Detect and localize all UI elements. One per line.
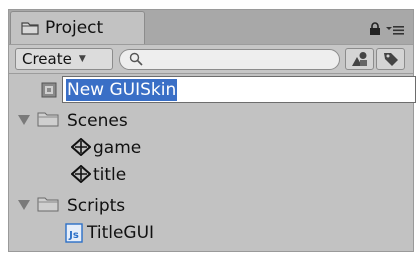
search-input[interactable] bbox=[119, 49, 340, 70]
folder-scenes-icon bbox=[37, 112, 59, 127]
folder-scripts-icon bbox=[37, 197, 59, 212]
tree-item-game[interactable]: game bbox=[93, 134, 420, 162]
tab-label: Project bbox=[45, 18, 104, 38]
tree-item-title[interactable]: title bbox=[93, 161, 420, 189]
rename-field[interactable]: New GUISkin bbox=[62, 76, 416, 103]
create-button[interactable]: Create ▼ bbox=[15, 48, 113, 70]
panel-menu-icon[interactable] bbox=[386, 25, 404, 35]
filter-by-type-button[interactable] bbox=[345, 48, 374, 70]
javascript-file-icon: Js bbox=[65, 223, 83, 243]
rename-selected-text[interactable]: New GUISkin bbox=[66, 78, 178, 101]
svg-text:Js: Js bbox=[68, 230, 79, 241]
dropdown-arrow-icon: ▼ bbox=[78, 54, 86, 64]
tag-icon bbox=[383, 53, 398, 66]
expand-scripts-icon[interactable] bbox=[18, 200, 30, 210]
create-label: Create bbox=[22, 50, 72, 68]
expand-scenes-icon[interactable] bbox=[18, 115, 30, 125]
tree-item-scripts[interactable]: Scripts bbox=[67, 192, 420, 220]
unity-scene-icon bbox=[71, 165, 91, 183]
folder-icon bbox=[21, 22, 39, 35]
project-panel: Project Create ▼ New GUISkin Scenes game… bbox=[8, 9, 416, 252]
tree-item-titlegui[interactable]: TitleGUI bbox=[87, 219, 420, 247]
tab-project[interactable]: Project bbox=[10, 11, 145, 44]
tab-bar: Project bbox=[9, 10, 413, 44]
tree-item-scenes[interactable]: Scenes bbox=[67, 107, 420, 135]
search-icon bbox=[129, 52, 143, 66]
guiskin-icon bbox=[41, 82, 57, 98]
project-toolbar: Create ▼ bbox=[9, 44, 413, 74]
lock-icon[interactable] bbox=[369, 22, 381, 36]
shapes-icon bbox=[351, 52, 367, 66]
unity-scene-icon bbox=[71, 138, 91, 156]
filter-by-label-button[interactable] bbox=[376, 48, 405, 70]
